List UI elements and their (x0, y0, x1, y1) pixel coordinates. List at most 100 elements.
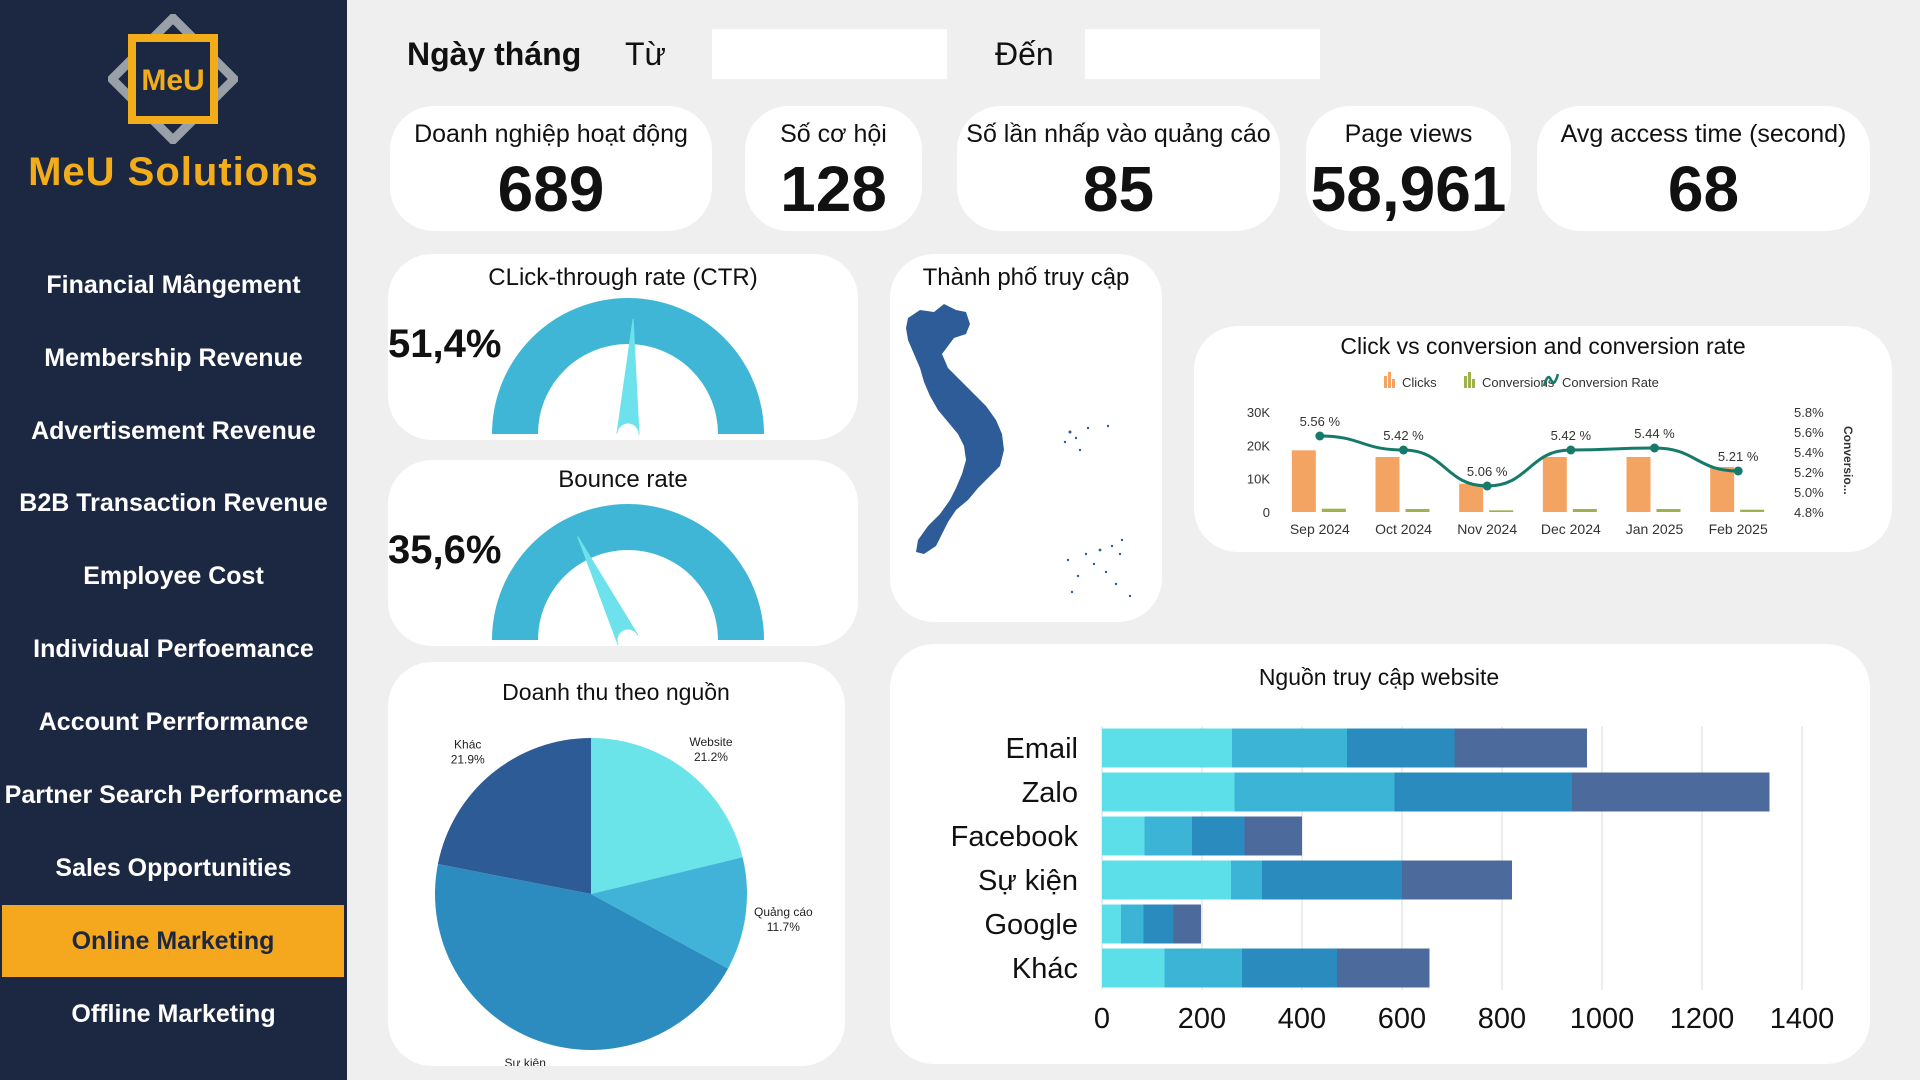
from-date-input[interactable] (712, 29, 947, 79)
sidebar: MeU MeU Solutions Financial Mângement Mem… (0, 0, 347, 1080)
pie-slice-pct: 21.9% (451, 752, 485, 766)
stacked-bar-segment (1454, 728, 1587, 768)
conversion-rate-label: 5.06 % (1467, 464, 1508, 479)
x-tick-label: 0 (1094, 1003, 1110, 1035)
conversion-rate-label: 5.42 % (1551, 428, 1592, 443)
x-tick-label: 200 (1178, 1003, 1226, 1035)
bounce-gauge-card: Bounce rate 35,6% (388, 460, 858, 646)
conversions-bar (1572, 509, 1597, 512)
kpi-value: 68 (1667, 153, 1740, 225)
sidebar-item-advertisement-revenue[interactable]: Advertisement Revenue (0, 395, 347, 467)
kpi-card-opportunities: Số cơ hội 128 (745, 106, 922, 231)
category-label: Email (1005, 733, 1078, 765)
x-tick-label: Feb 2025 (1709, 521, 1768, 537)
sidebar-item-sales-opportunities[interactable]: Sales Opportunities (0, 832, 347, 904)
sidebar-item-financial-m-ngement[interactable]: Financial Mângement (0, 249, 347, 321)
pie-slice-pct: 11.7% (767, 920, 800, 934)
x-tick-label: Jan 2025 (1626, 521, 1684, 537)
category-label: Khác (1012, 953, 1078, 985)
clicks-bar (1626, 457, 1651, 512)
sidebar-item-b2b-transaction-revenue[interactable]: B2B Transaction Revenue (0, 467, 347, 539)
x-tick-label: 1000 (1570, 1003, 1635, 1035)
x-tick-label: Oct 2024 (1375, 521, 1432, 537)
sidebar-item-offline-marketing[interactable]: Offline Marketing (0, 978, 347, 1050)
pie-slice-label: Khác (454, 737, 481, 751)
svg-text:MeU: MeU (141, 64, 204, 97)
clicks-bar (1459, 483, 1484, 512)
y-tick-label: 20K (1247, 438, 1270, 453)
pie-slice-label: Quảng cáo (754, 905, 813, 919)
kpi-card-avg-access-time: Avg access time (second) 68 (1537, 106, 1870, 231)
kpi-value: 128 (780, 153, 887, 225)
conversions-bar (1489, 510, 1514, 512)
stacked-bar-segment (1102, 728, 1232, 768)
legend-swatch (1468, 372, 1471, 388)
revenue-by-source-card: Doanh thu theo nguồn Website 21.2% Quảng cá… (388, 662, 845, 1066)
stacked-bar-segment (1121, 904, 1144, 944)
kpi-card-active-businesses: Doanh nghiệp hoạt động 689 (390, 106, 712, 231)
sidebar-item-membership-revenue[interactable]: Membership Revenue (0, 322, 347, 394)
stacked-bar-segment (1262, 860, 1402, 900)
conversions-bar (1405, 509, 1430, 512)
stacked-bar-segment (1102, 948, 1165, 988)
stacked-bar-segment (1192, 816, 1245, 856)
vietnam-map (906, 304, 1132, 598)
chart-title: Click vs conversion and conversion rate (1340, 333, 1745, 359)
conversion-rate-point (1315, 431, 1325, 441)
stacked-bar-segment (1572, 772, 1770, 812)
sidebar-item-online-marketing[interactable]: Online Marketing (2, 905, 344, 977)
x-tick-label: 400 (1278, 1003, 1326, 1035)
date-filter-label: Ngày tháng (407, 36, 582, 72)
stacked-bar-segment (1232, 728, 1347, 768)
bounce-value: 35,6% (388, 528, 502, 572)
chart-title: Nguồn truy cập website (1259, 664, 1499, 690)
stacked-bar-segment (1242, 948, 1337, 988)
stacked-bar-segment (1143, 904, 1174, 944)
kpi-label: Page views (1344, 120, 1473, 148)
x-tick-label: 800 (1478, 1003, 1526, 1035)
x-tick-label: 600 (1378, 1003, 1426, 1035)
to-label: Đến (995, 36, 1054, 72)
legend-swatch (1384, 376, 1387, 388)
sidebar-item-employee-cost[interactable]: Employee Cost (0, 540, 347, 612)
category-label: Zalo (1022, 777, 1078, 809)
clicks-bar (1291, 450, 1316, 512)
sidebar-item-partner-search-performance[interactable]: Partner Search Performance (0, 759, 347, 831)
bounce-title: Bounce rate (558, 466, 688, 493)
legend-swatch (1472, 379, 1475, 388)
conversion-rate-point (1650, 443, 1659, 453)
ctr-value: 51,4% (388, 322, 502, 366)
clicks-bar (1542, 457, 1567, 512)
conversion-rate-label: 5.56 % (1300, 414, 1341, 429)
conversion-rate-point (1733, 466, 1743, 476)
conversion-rate-label: 5.42 % (1383, 428, 1424, 443)
sidebar-item-individual-perfoemance[interactable]: Individual Perfoemance (0, 613, 347, 685)
x-tick-label: Sep 2024 (1290, 521, 1350, 537)
bounce-gauge (492, 504, 764, 646)
y2-tick-label: 5.8% (1794, 405, 1824, 420)
kpi-value: 58,961 (1310, 153, 1507, 225)
legend-label: Clicks (1402, 375, 1437, 390)
brand-name: MeU Solutions (28, 150, 319, 194)
category-label: Google (984, 909, 1078, 941)
ctr-gauge-card: CLick-through rate (CTR) 51,4% (388, 254, 858, 440)
kpi-value: 85 (1082, 153, 1155, 225)
kpi-label: Doanh nghiệp hoạt động (414, 120, 688, 148)
sidebar-item-account-perrformance[interactable]: Account Perrformance (0, 686, 347, 758)
pie-slice-pct: 21.2% (694, 750, 728, 764)
stacked-bar-segment (1102, 772, 1235, 812)
kpi-label: Số lần nhấp vào quảng cáo (966, 120, 1271, 148)
conversions-bar (1656, 509, 1681, 512)
kpi-label: Avg access time (second) (1560, 120, 1847, 148)
conversion-rate-point (1482, 481, 1492, 491)
revenue-by-source-pie: Doanh thu theo nguồn Website21.2% Quảng cá… (435, 679, 813, 1066)
stacked-bar-segment (1164, 948, 1242, 988)
to-date-input[interactable] (1085, 29, 1320, 79)
stacked-bar-segment (1173, 904, 1201, 944)
stacked-bar-segment (1234, 772, 1395, 812)
chart-title: Doanh thu theo nguồn (502, 679, 730, 705)
stacked-bar-segment (1102, 860, 1231, 900)
conversion-rate-point (1566, 445, 1576, 455)
y2-tick-label: 5.4% (1794, 445, 1824, 460)
stacked-bar-segment (1394, 772, 1572, 812)
